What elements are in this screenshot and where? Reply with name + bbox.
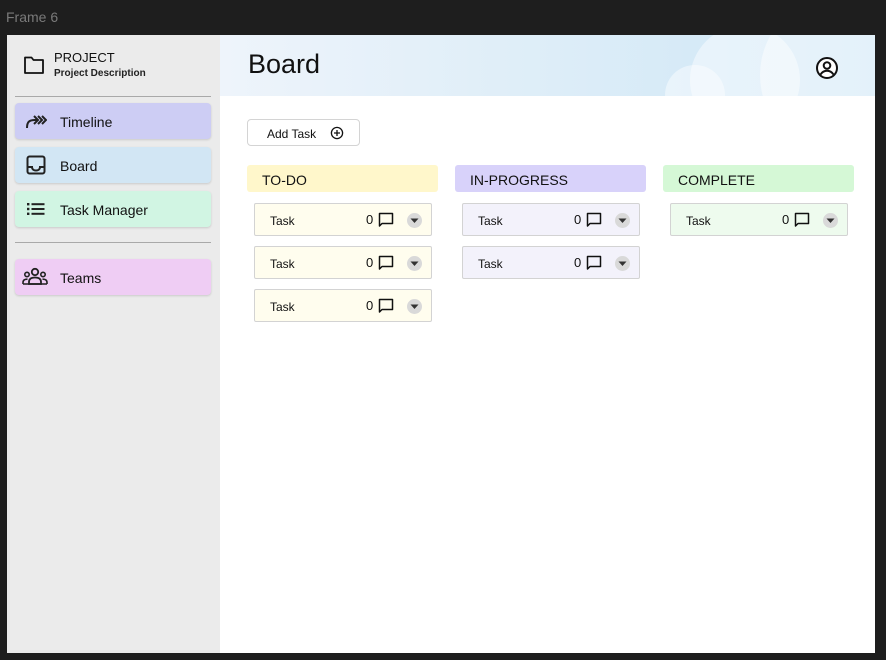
list-icon — [27, 203, 45, 215]
comment-count: 0 — [574, 255, 582, 270]
sidebar: PROJECT Project Description Timeline Boa… — [7, 35, 220, 653]
column-title: IN-PROGRESS — [470, 172, 569, 188]
task-label: Task — [686, 214, 711, 228]
sidebar-divider — [15, 96, 211, 97]
groups-icon — [22, 267, 48, 285]
comment-icon[interactable] — [586, 255, 602, 271]
sidebar-item-board[interactable]: Board — [15, 147, 211, 183]
column-title: COMPLETE — [678, 172, 756, 188]
comment-count: 0 — [366, 255, 374, 270]
app-frame: PROJECT Project Description Timeline Boa… — [7, 35, 875, 653]
task-card[interactable]: Task 0 — [254, 203, 432, 236]
column-header-2: COMPLETE — [663, 165, 854, 192]
task-card[interactable]: Task 0 — [462, 246, 640, 279]
page-title: Board — [248, 49, 321, 79]
chevron-down-icon[interactable] — [407, 256, 422, 271]
chevron-down-icon[interactable] — [615, 213, 630, 228]
page-header: Board — [220, 35, 875, 96]
sidebar-item-label: Task Manager — [60, 202, 148, 218]
task-label: Task — [270, 257, 295, 271]
add-task-label: Add Task — [267, 127, 317, 141]
task-card[interactable]: Task 0 — [670, 203, 848, 236]
plus-circle-icon — [330, 126, 344, 140]
comment-icon[interactable] — [378, 212, 394, 228]
comment-count: 0 — [366, 298, 374, 313]
task-label: Task — [270, 214, 295, 228]
sidebar-item-teams[interactable]: Teams — [15, 259, 211, 295]
sidebar-item-task-manager[interactable]: Task Manager — [15, 191, 211, 227]
add-task-button[interactable]: Add Task — [247, 119, 360, 146]
column-header-1: IN-PROGRESS — [455, 165, 646, 192]
sidebar-item-label: Board — [60, 158, 98, 174]
comment-icon[interactable] — [794, 212, 810, 228]
column-title: TO-DO — [262, 172, 307, 188]
inbox-icon — [26, 155, 46, 175]
comment-icon[interactable] — [378, 298, 394, 314]
sidebar-item-timeline[interactable]: Timeline — [15, 103, 211, 139]
sidebar-item-label: Timeline — [60, 114, 113, 130]
comment-count: 0 — [782, 212, 790, 227]
frame-label: Frame 6 — [6, 9, 59, 25]
chevron-down-icon[interactable] — [823, 213, 838, 228]
chevron-down-icon[interactable] — [615, 256, 630, 271]
sidebar-divider — [15, 242, 211, 243]
comment-count: 0 — [366, 212, 374, 227]
comment-icon[interactable] — [378, 255, 394, 271]
folder-icon — [24, 56, 44, 74]
task-label: Task — [478, 257, 503, 271]
task-card[interactable]: Task 0 — [254, 289, 432, 322]
task-card[interactable]: Task 0 — [462, 203, 640, 236]
account-circle-icon[interactable] — [815, 56, 839, 80]
project-description: Project Description — [54, 68, 146, 79]
task-card[interactable]: Task 0 — [254, 246, 432, 279]
chevron-down-icon[interactable] — [407, 213, 422, 228]
project-name: PROJECT — [54, 50, 115, 65]
chevron-down-icon[interactable] — [407, 299, 422, 314]
column-header-0: TO-DO — [247, 165, 438, 192]
timeline-arrows-icon — [26, 115, 47, 129]
comment-icon[interactable] — [586, 212, 602, 228]
comment-count: 0 — [574, 212, 582, 227]
task-label: Task — [478, 214, 503, 228]
sidebar-item-label: Teams — [60, 270, 102, 286]
task-label: Task — [270, 300, 295, 314]
project-header: PROJECT Project Description — [7, 35, 220, 95]
